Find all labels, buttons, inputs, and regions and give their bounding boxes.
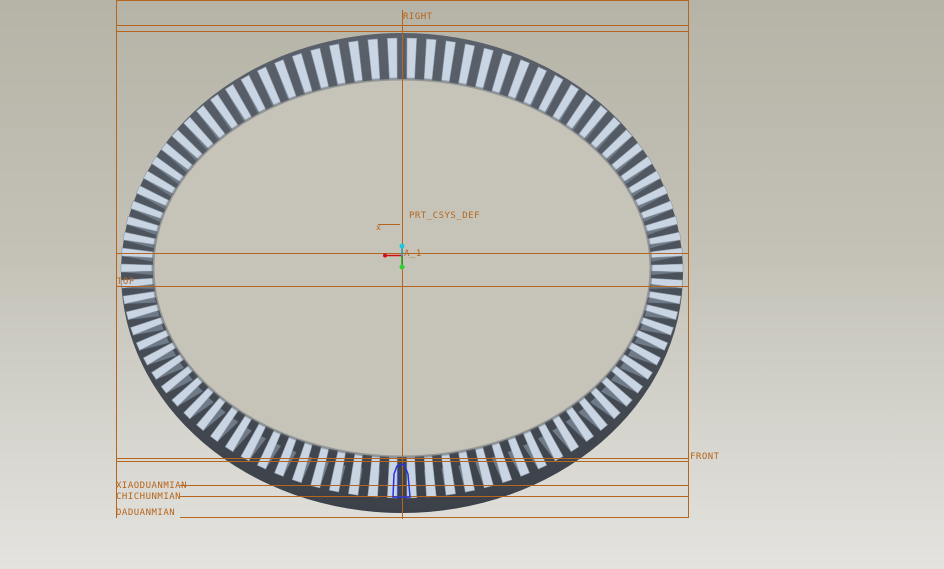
datum-right-label[interactable]: RIGHT [403,12,433,22]
gear-tooth [386,456,398,499]
datum-chichunmian-label[interactable]: CHICHUNMIAN [116,492,181,502]
gear-tooth [386,37,398,80]
csys-y-dot [399,243,405,249]
datum-xiaoduanmian-label[interactable]: XIAODUANMIAN [116,481,187,491]
csys-x-dot [383,253,387,258]
axis-a1-label[interactable]: A_1 [404,249,422,259]
gear-tooth [406,37,418,80]
csys-z-dot [399,264,405,270]
datum-front-label[interactable]: FRONT [690,452,720,462]
csys-name-label[interactable]: PRT_CSYS_DEF [409,211,480,221]
csys-x-label: x [376,223,381,232]
gear-tooth [120,263,154,273]
gear-tooth [650,263,684,273]
datum-daduanmian-label[interactable]: DADUANMIAN [116,508,175,518]
datum-top-label[interactable]: TOP [117,277,135,287]
